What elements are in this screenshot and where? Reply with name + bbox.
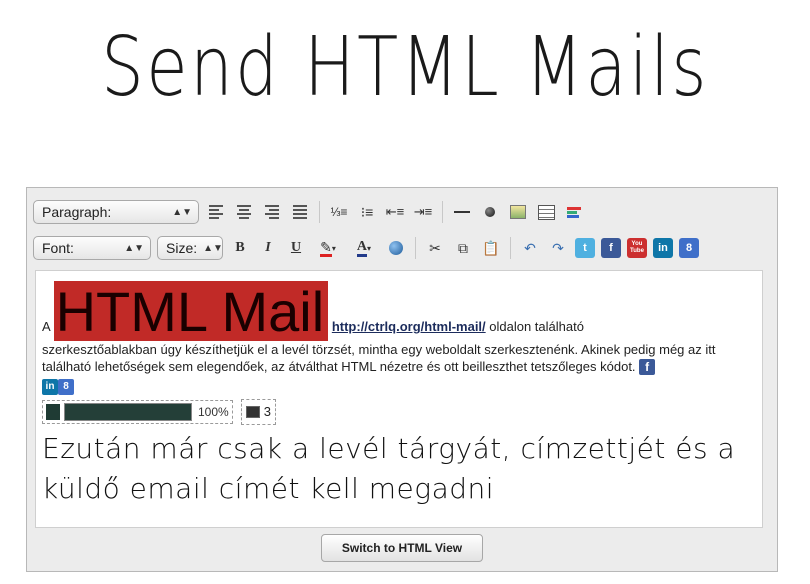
text-color-icon: A <box>356 239 368 257</box>
google-icon[interactable]: 8 <box>679 238 699 258</box>
bullet-list-button[interactable]: ⁝≡ <box>356 201 378 223</box>
paragraph-format-value: Paragraph: <box>42 204 112 220</box>
undo-button[interactable]: ↶ <box>519 237 541 259</box>
numbered-list-button[interactable]: ⅓≡ <box>328 201 350 223</box>
font-family-value: Font: <box>42 240 74 256</box>
scissors-icon: ✂ <box>429 239 441 256</box>
bullet-list-icon: ⁝≡ <box>360 203 374 220</box>
toolbar-separator <box>442 201 443 223</box>
select-arrows-icon: ▲▼ <box>203 242 223 254</box>
paragraph-body: szerkesztőablakban úgy készíthetjük el a… <box>42 342 716 374</box>
bar-chart-icon <box>567 206 581 218</box>
insert-anchor-button[interactable] <box>479 201 501 223</box>
inline-social-row: in 8 <box>42 377 762 395</box>
facebook-icon[interactable]: f <box>601 238 621 258</box>
counter-square-icon <box>245 405 260 418</box>
handwritten-text: Ezután már csak a levél tárgyát, címzett… <box>42 429 762 509</box>
intro-paragraph: A HTML Mail http://ctrlq.org/html-mail/ … <box>42 281 762 375</box>
insert-image-button[interactable] <box>507 201 529 223</box>
toolbar-row-2: Font: ▲▼ Size: ▲▼ B I U ✎ ▾ A ▾ ✂ ⧉ 📋 ↶ ↷ … <box>33 232 699 264</box>
align-left-icon <box>209 205 223 219</box>
counter-widget[interactable]: 3 <box>240 398 276 425</box>
underline-button[interactable]: U <box>285 237 307 259</box>
align-center-button[interactable] <box>233 201 255 223</box>
align-justify-button[interactable] <box>289 201 311 223</box>
align-right-icon <box>265 205 279 219</box>
copy-button[interactable]: ⧉ <box>452 237 474 259</box>
font-size-select[interactable]: Size: ▲▼ <box>157 236 223 260</box>
anchor-ball-icon <box>485 207 495 217</box>
insert-link-button[interactable] <box>385 237 407 259</box>
bold-button[interactable]: B <box>229 237 251 259</box>
youtube-icon[interactable]: You Tube <box>627 238 647 258</box>
google-inline-icon[interactable]: 8 <box>58 378 74 395</box>
copy-icon: ⧉ <box>458 239 468 256</box>
embedded-widgets: 100% 3 <box>42 398 762 425</box>
highlight-color-button[interactable]: ✎ ▾ <box>313 237 343 259</box>
paste-icon: 📋 <box>482 239 500 256</box>
numbered-list-icon: ⅓≡ <box>330 205 348 219</box>
toolbar-separator <box>415 237 416 259</box>
horizontal-rule-button[interactable] <box>451 201 473 223</box>
highlight-pen-icon: ✎ <box>320 238 332 257</box>
horizontal-rule-icon <box>454 211 470 213</box>
font-family-select[interactable]: Font: ▲▼ <box>33 236 151 260</box>
image-icon <box>510 205 526 219</box>
align-right-button[interactable] <box>261 201 283 223</box>
undo-icon: ↶ <box>524 239 536 256</box>
facebook-inline-icon[interactable]: f <box>639 359 656 375</box>
globe-link-icon <box>389 241 403 255</box>
outdent-button[interactable]: ⇤≡ <box>384 201 406 223</box>
cut-button[interactable]: ✂ <box>424 237 446 259</box>
editor-content-area[interactable]: A HTML Mail http://ctrlq.org/html-mail/ … <box>35 270 763 528</box>
indent-button[interactable]: ⇥≡ <box>412 201 434 223</box>
font-size-value: Size: <box>166 240 198 256</box>
italic-button[interactable]: I <box>257 237 279 259</box>
progress-widget[interactable]: 100% <box>42 399 233 424</box>
redo-button[interactable]: ↷ <box>547 237 569 259</box>
handwritten-line-1: Ezután már csak a levél tárgyát, címzett… <box>42 431 736 465</box>
select-arrows-icon: ▲▼ <box>124 242 144 254</box>
linkedin-icon[interactable]: in <box>653 238 673 258</box>
select-arrows-icon: ▲▼ <box>172 206 192 218</box>
paragraph-prefix: A <box>42 319 50 334</box>
text-color-button[interactable]: A ▾ <box>349 237 379 259</box>
insert-table-button[interactable] <box>535 201 557 223</box>
paste-button[interactable]: 📋 <box>480 237 502 259</box>
switch-to-html-view-button[interactable]: Switch to HTML View <box>321 534 483 562</box>
indent-icon: ⇥≡ <box>413 204 433 219</box>
toolbar-row-1: Paragraph: ▲▼ ⅓≡ ⁝≡ ⇤≡ ⇥≡ <box>33 196 585 228</box>
counter-value: 3 <box>263 404 271 420</box>
outdent-icon: ⇤≡ <box>385 204 405 219</box>
progress-handle[interactable] <box>46 403 60 420</box>
progress-percent: 100% <box>198 404 229 419</box>
twitter-icon[interactable]: t <box>575 238 595 258</box>
handwritten-line-2: küldő email címét kell megadni <box>42 471 495 505</box>
html-editor: Paragraph: ▲▼ ⅓≡ ⁝≡ ⇤≡ ⇥≡ Font: ▲▼ Size:… <box>26 187 778 572</box>
paragraph-format-select[interactable]: Paragraph: ▲▼ <box>33 200 199 224</box>
align-left-button[interactable] <box>205 201 227 223</box>
linkedin-inline-icon[interactable]: in <box>42 378 58 395</box>
progress-bar <box>64 402 192 421</box>
progress-bar-fill <box>65 403 191 420</box>
page-title: Send HTML Mails <box>101 20 709 115</box>
align-center-icon <box>237 205 251 219</box>
html-mail-link[interactable]: http://ctrlq.org/html-mail/ <box>332 319 486 334</box>
highlighted-heading: HTML Mail <box>53 281 329 341</box>
link-suffix-text: oldalon található <box>485 319 584 334</box>
table-icon <box>537 204 555 220</box>
toolbar-separator <box>319 201 320 223</box>
redo-icon: ↷ <box>552 239 564 256</box>
align-justify-icon <box>293 205 307 219</box>
toolbar-separator <box>510 237 511 259</box>
insert-chart-button[interactable] <box>563 201 585 223</box>
